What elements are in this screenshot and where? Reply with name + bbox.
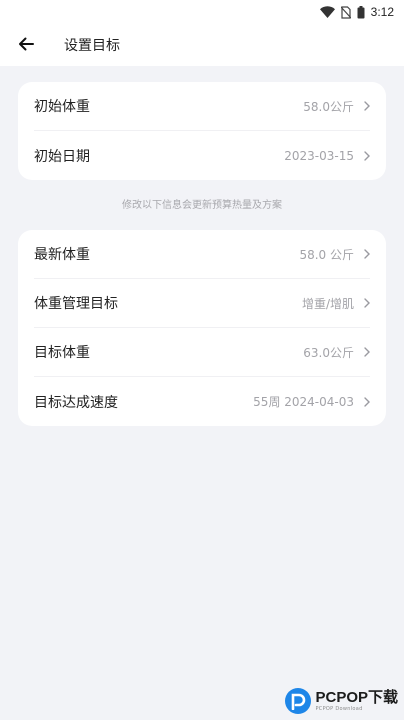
row-target-speed[interactable]: 目标达成速度 55周 2024-04-03 — [34, 377, 370, 426]
update-hint-text: 修改以下信息会更新预算热量及方案 — [122, 200, 282, 211]
row-value: 58.0 公斤 — [299, 247, 354, 262]
goal-settings-card: 最新体重 58.0 公斤 体重管理目标 增重/增肌 目标体重 63.0公斤 目标… — [18, 230, 386, 426]
chevron-right-icon — [364, 101, 370, 111]
row-label: 最新体重 — [34, 247, 90, 263]
chevron-right-icon — [364, 347, 370, 357]
app-bar: 设置目标 — [0, 24, 404, 66]
watermark-sub: PCPOP Download — [315, 706, 363, 712]
row-weight-goal[interactable]: 体重管理目标 增重/增肌 — [34, 279, 370, 328]
row-initial-date[interactable]: 初始日期 2023-03-15 — [34, 131, 370, 180]
row-value: 增重/增肌 — [301, 296, 354, 311]
row-label: 初始日期 — [34, 148, 90, 165]
no-sim-icon — [340, 5, 351, 19]
chevron-right-icon — [364, 298, 370, 308]
pcpop-logo-icon — [285, 688, 312, 714]
row-target-weight[interactable]: 目标体重 63.0公斤 — [34, 328, 370, 377]
row-latest-weight[interactable]: 最新体重 58.0 公斤 — [34, 230, 370, 279]
initial-info-card: 初始体重 58.0公斤 初始日期 2023-03-15 — [18, 82, 386, 180]
row-label: 初始体重 — [34, 99, 90, 115]
row-label: 体重管理目标 — [34, 296, 118, 312]
chevron-right-icon — [364, 150, 370, 161]
chevron-right-icon — [364, 249, 370, 259]
status-time: 3:12 — [370, 5, 394, 19]
watermark: PCPOP下载 PCPOP Download — [285, 688, 398, 714]
watermark-brand: PCPOP下载 — [315, 689, 398, 706]
row-value: 2023-03-15 — [284, 148, 354, 163]
page-title: 设置目标 — [64, 38, 120, 54]
row-value: 63.0公斤 — [303, 345, 354, 360]
arrow-left-icon — [18, 36, 34, 55]
chevron-right-icon — [364, 396, 370, 407]
status-bar: 3:12 — [0, 0, 404, 24]
back-button[interactable] — [6, 25, 46, 65]
row-label: 目标体重 — [34, 345, 90, 361]
row-initial-weight[interactable]: 初始体重 58.0公斤 — [34, 82, 370, 131]
battery-icon — [357, 5, 365, 19]
row-label: 目标达成速度 — [34, 394, 118, 411]
row-value: 55周 2024-04-03 — [253, 395, 354, 409]
row-value: 58.0公斤 — [303, 99, 354, 114]
wifi-icon — [319, 6, 335, 18]
